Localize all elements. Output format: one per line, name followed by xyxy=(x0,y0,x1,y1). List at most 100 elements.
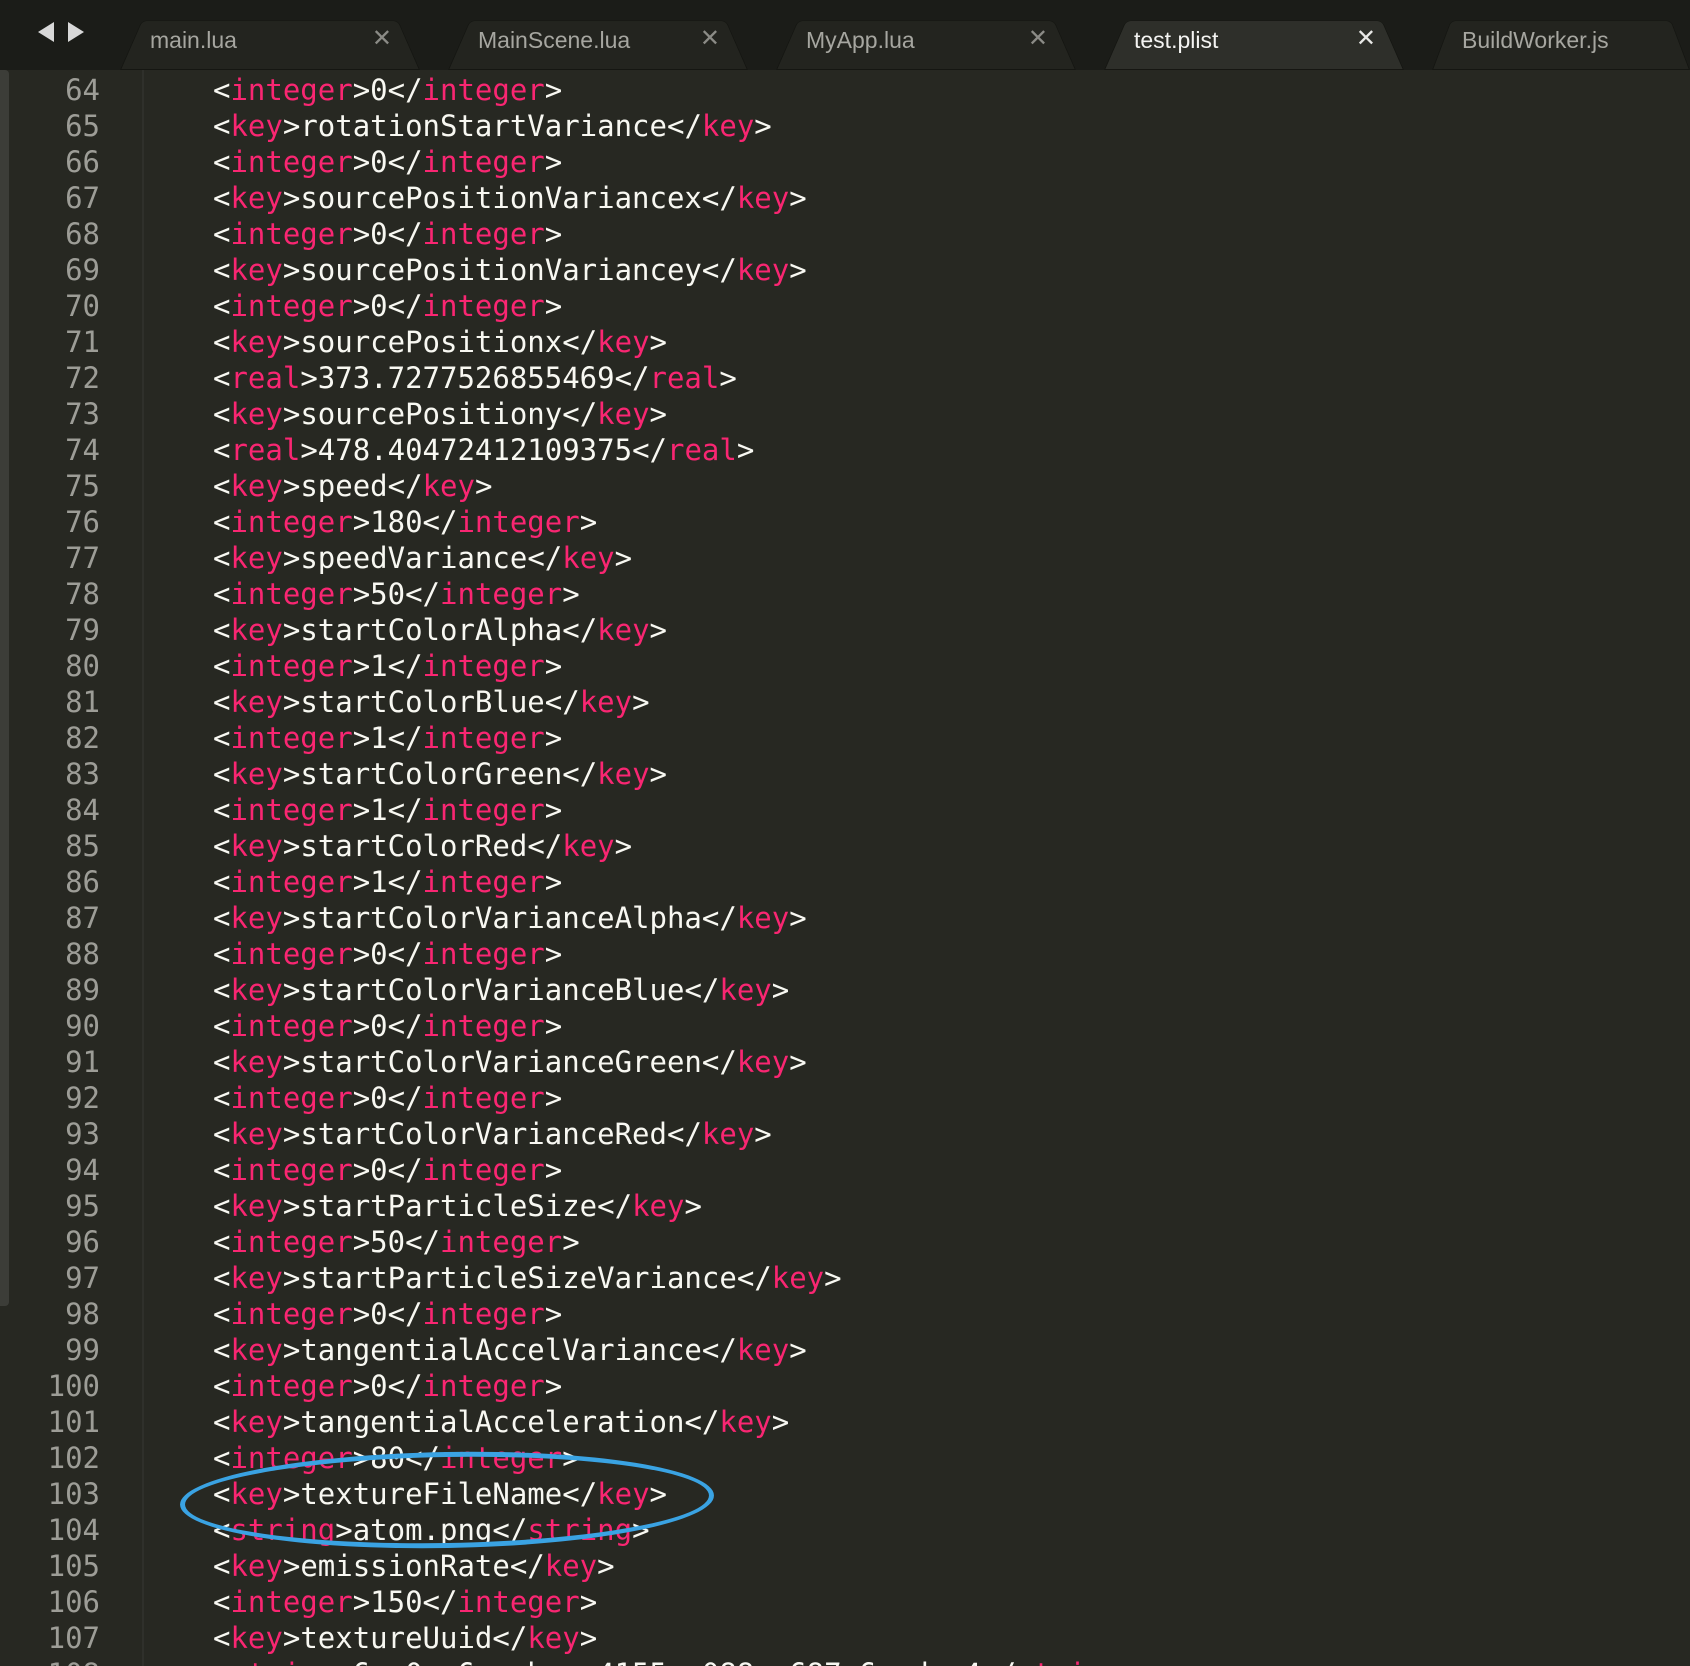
tab-test-plist[interactable]: test.plist ✕ xyxy=(1104,11,1404,70)
close-icon[interactable]: ✕ xyxy=(1356,24,1376,53)
angle-bracket: > xyxy=(789,1333,807,1367)
line-number: 93 xyxy=(65,1117,100,1151)
code-line[interactable]: 90 <integer>0</integer> xyxy=(0,1008,1690,1044)
angle-bracket: </ xyxy=(597,1189,633,1223)
code-line[interactable]: 68 <integer>0</integer> xyxy=(0,216,1690,252)
tab-buildworker-js[interactable]: BuildWorker.js xyxy=(1432,11,1690,70)
angle-bracket: > xyxy=(282,109,301,143)
close-icon[interactable]: ✕ xyxy=(700,24,720,53)
code-line[interactable]: 73 <key>sourcePositiony</key> xyxy=(0,396,1690,432)
close-tag-name: integer xyxy=(422,1369,545,1403)
code-line[interactable]: 107 <key>textureUuid</key> xyxy=(0,1620,1690,1656)
tab-myapp-lua[interactable]: MyApp.lua ✕ xyxy=(776,11,1076,70)
angle-bracket: < xyxy=(213,1153,231,1187)
angle-bracket: < xyxy=(213,1441,231,1475)
code-line[interactable]: 94 <integer>0</integer> xyxy=(0,1152,1690,1188)
line-number: 84 xyxy=(65,793,100,827)
code-line[interactable]: 64 <integer>0</integer> xyxy=(0,72,1690,108)
tab-label: MyApp.lua xyxy=(806,27,915,53)
code-line[interactable]: 84 <integer>1</integer> xyxy=(0,792,1690,828)
code-line[interactable]: 101 <key>tangentialAcceleration</key> xyxy=(0,1404,1690,1440)
code-line[interactable]: 88 <integer>0</integer> xyxy=(0,936,1690,972)
line-number: 107 xyxy=(47,1621,100,1655)
code-line[interactable]: 69 <key>sourcePositionVariancey</key> xyxy=(0,252,1690,288)
angle-bracket: </ xyxy=(387,649,423,683)
code-line[interactable]: 96 <integer>50</integer> xyxy=(0,1224,1690,1260)
angle-bracket: > xyxy=(352,1081,371,1115)
code-line[interactable]: 75 <key>speed</key> xyxy=(0,468,1690,504)
element-value: 6aa0aa6a-ebee-4155-a088-a687a6aadec4 xyxy=(353,1657,982,1666)
code-line[interactable]: 105 <key>emissionRate</key> xyxy=(0,1548,1690,1584)
angle-bracket: < xyxy=(213,1297,231,1331)
code-line[interactable]: 92 <integer>0</integer> xyxy=(0,1080,1690,1116)
code-editor[interactable]: 64 <integer>0</integer> 65 <key>rotationSta… xyxy=(0,70,1690,1666)
code-line[interactable]: 71 <key>sourcePositionx</key> xyxy=(0,324,1690,360)
angle-bracket: > xyxy=(352,145,371,179)
code-line[interactable]: 95 <key>startParticleSize</key> xyxy=(0,1188,1690,1224)
angle-bracket: > xyxy=(282,541,301,575)
line-number: 88 xyxy=(65,937,100,971)
angle-bracket: > xyxy=(562,577,580,611)
code-line[interactable]: 98 <integer>0</integer> xyxy=(0,1296,1690,1332)
code-line[interactable]: 78 <integer>50</integer> xyxy=(0,576,1690,612)
close-tag-name: key xyxy=(719,973,772,1007)
tab-mainscene-lua[interactable]: MainScene.lua ✕ xyxy=(448,11,748,70)
line-number: 97 xyxy=(65,1261,100,1295)
close-tag-name: key xyxy=(562,541,615,575)
code-line[interactable]: 79 <key>startColorAlpha</key> xyxy=(0,612,1690,648)
forward-arrow-icon[interactable] xyxy=(68,22,84,42)
code-line[interactable]: 66 <integer>0</integer> xyxy=(0,144,1690,180)
code-line[interactable]: 87 <key>startColorVarianceAlpha</key> xyxy=(0,900,1690,936)
angle-bracket: < xyxy=(213,505,231,539)
line-number: 104 xyxy=(47,1513,100,1547)
close-icon[interactable]: ✕ xyxy=(1028,24,1048,53)
angle-bracket: < xyxy=(213,721,231,755)
code-line[interactable]: 83 <key>startColorGreen</key> xyxy=(0,756,1690,792)
angle-bracket: > xyxy=(282,397,301,431)
code-line[interactable]: 99 <key>tangentialAccelVariance</key> xyxy=(0,1332,1690,1368)
code-line[interactable]: 65 <key>rotationStartVariance</key> xyxy=(0,108,1690,144)
code-line[interactable]: 74 <real>478.40472412109375</real> xyxy=(0,432,1690,468)
code-text: <integer>50</integer> xyxy=(213,576,580,612)
code-line[interactable]: 80 <integer>1</integer> xyxy=(0,648,1690,684)
code-line[interactable]: 108<string>6aa0aa6a-ebee-4155-a088-a687a… xyxy=(0,1656,1690,1666)
code-text: <integer>1</integer> xyxy=(213,720,562,756)
line-number: 90 xyxy=(65,1009,100,1043)
code-line[interactable]: 106 <integer>150</integer> xyxy=(0,1584,1690,1620)
code-line[interactable]: 89 <key>startColorVarianceBlue</key> xyxy=(0,972,1690,1008)
code-line[interactable]: 67 <key>sourcePositionVariancex</key> xyxy=(0,180,1690,216)
angle-bracket: > xyxy=(300,361,318,395)
code-text: <integer>0</integer> xyxy=(213,1080,562,1116)
code-line[interactable]: 91 <key>startColorVarianceGreen</key> xyxy=(0,1044,1690,1080)
code-text: <integer>1</integer> xyxy=(213,864,562,900)
code-line[interactable]: 82 <integer>1</integer> xyxy=(0,720,1690,756)
back-arrow-icon[interactable] xyxy=(38,22,54,42)
angle-bracket: </ xyxy=(509,1549,545,1583)
angle-bracket: > xyxy=(352,1009,371,1043)
angle-bracket: > xyxy=(789,181,807,215)
code-text: <key>startColorBlue</key> xyxy=(213,684,650,720)
code-line[interactable]: 72 <real>373.7277526855469</real> xyxy=(0,360,1690,396)
code-line[interactable]: 86 <integer>1</integer> xyxy=(0,864,1690,900)
close-tag-name: key xyxy=(736,901,790,935)
tab-main-lua[interactable]: main.lua ✕ xyxy=(120,11,420,70)
close-icon[interactable]: ✕ xyxy=(372,24,392,53)
code-line[interactable]: 85 <key>startColorRed</key> xyxy=(0,828,1690,864)
code-line[interactable]: 77 <key>speedVariance</key> xyxy=(0,540,1690,576)
code-line[interactable]: 100 <integer>0</integer> xyxy=(0,1368,1690,1404)
code-text: <key>startColorVarianceAlpha</key> xyxy=(213,900,807,936)
code-line[interactable]: 93 <key>startColorVarianceRed</key> xyxy=(0,1116,1690,1152)
close-tag-name: key xyxy=(422,469,475,503)
code-text: <real>478.40472412109375</real> xyxy=(213,432,754,468)
code-line[interactable]: 97 <key>startParticleSizeVariance</key> xyxy=(0,1260,1690,1296)
code-line[interactable]: 70 <integer>0</integer> xyxy=(0,288,1690,324)
code-line[interactable]: 76 <integer>180</integer> xyxy=(0,504,1690,540)
code-line[interactable]: 81 <key>startColorBlue</key> xyxy=(0,684,1690,720)
code-text: <string>6aa0aa6a-ebee-4155-a088-a687a6aa… xyxy=(213,1656,1138,1666)
open-tag-name: key xyxy=(230,1189,283,1223)
open-tag-name: integer xyxy=(230,217,353,251)
angle-bracket: > xyxy=(544,865,563,899)
line-number: 75 xyxy=(65,469,100,503)
close-tag-name: integer xyxy=(422,649,545,683)
angle-bracket: > xyxy=(824,1261,842,1295)
